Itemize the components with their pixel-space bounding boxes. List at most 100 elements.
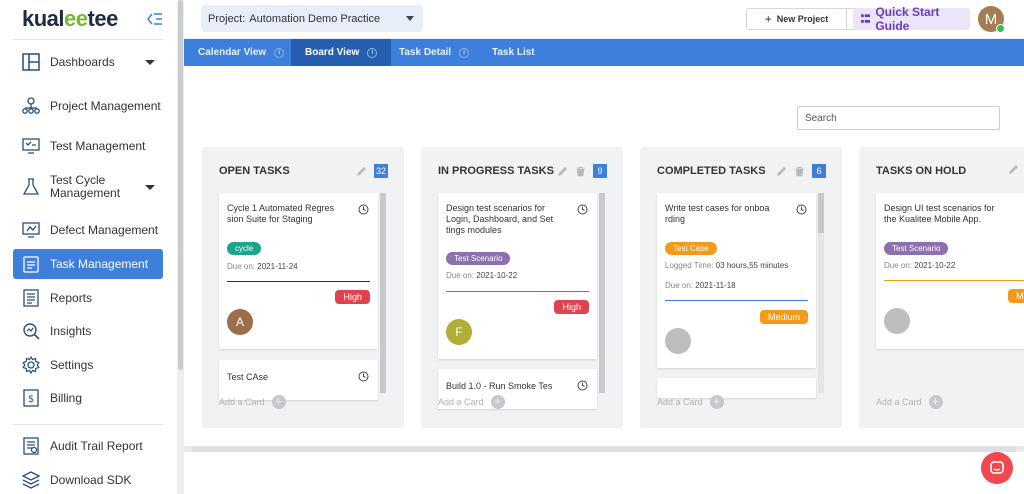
board-scrollbar-thumb[interactable]	[192, 446, 1016, 452]
task-title: Cycle 1 Automated Regres sion Suite for …	[227, 203, 335, 224]
card-divider	[665, 300, 808, 301]
test-cycle-icon	[22, 178, 40, 195]
column-scrollbar[interactable]	[818, 193, 824, 393]
clock-icon[interactable]	[358, 204, 369, 215]
column-title: TASKS ON HOLD	[876, 165, 967, 177]
task-tag: cycle	[227, 242, 262, 255]
add-card-button[interactable]: Add a Card +	[657, 395, 724, 409]
plus-icon: +	[764, 12, 772, 26]
tab-task-detail[interactable]: Task Detail i	[385, 39, 483, 66]
sidebar-item-task-management[interactable]: Task Management	[13, 249, 163, 279]
quick-start-guide-button[interactable]: Quick Start Guide	[853, 5, 970, 33]
column-open-tasks: OPEN TASKS 32 Cycle 1 Automated Regres s…	[202, 147, 404, 428]
sidebar-item-reports[interactable]: Reports	[13, 286, 163, 310]
card-divider	[227, 281, 370, 282]
caret-down-icon	[406, 16, 414, 21]
task-card[interactable]: Cycle 1 Automated Regres sion Suite for …	[219, 193, 378, 349]
list-icon	[861, 14, 871, 23]
info-icon[interactable]: i	[274, 47, 285, 58]
assignee-avatar	[884, 308, 910, 334]
task-card[interactable]: Write test cases for onboa rding Test Ca…	[657, 193, 816, 368]
sidebar-item-download-sdk[interactable]: Download SDK	[13, 468, 163, 492]
sidebar-item-test-cycle-management[interactable]: Test Cycle Management	[13, 173, 163, 201]
test-management-icon	[22, 138, 40, 154]
task-title: Test CAse	[227, 372, 269, 382]
trash-icon[interactable]	[794, 166, 805, 177]
audit-icon	[23, 437, 39, 455]
defect-icon	[22, 222, 40, 238]
plus-icon: +	[928, 395, 943, 409]
task-count-badge: 6	[812, 164, 826, 178]
column-completed-tasks: COMPLETED TASKS 6 Write test cases for o…	[640, 147, 842, 428]
edit-icon[interactable]	[1008, 164, 1019, 175]
task-tag: Test Scenario	[884, 242, 949, 255]
sidebar-item-settings[interactable]: Settings	[13, 353, 163, 377]
task-count-badge: 9	[593, 164, 607, 178]
sidebar-item-project-management[interactable]: Project Management	[13, 92, 163, 120]
sidebar-item-dashboards[interactable]: Dashboards	[13, 50, 163, 74]
sidebar-scrollbar-thumb[interactable]	[178, 0, 183, 370]
task-icon	[23, 256, 39, 273]
tab-task-list[interactable]: Task List	[478, 39, 549, 66]
task-title: Design UI test scenarios for the Kualite…	[884, 203, 995, 224]
project-value: Automation Demo Practice	[249, 12, 381, 25]
column-tools	[1001, 164, 1024, 175]
board-area: OPEN TASKS 32 Cycle 1 Automated Regres s…	[184, 66, 1024, 494]
task-card[interactable]: Design test scenarios for Login, Dashboa…	[438, 193, 597, 359]
clock-icon[interactable]	[796, 204, 807, 215]
task-card[interactable]: Design UI test scenarios for the Kualite…	[876, 193, 1024, 349]
project-label: Project:	[208, 12, 246, 25]
top-bar: Project: Automation Demo Practice + New …	[184, 0, 1024, 39]
sidebar-item-test-management[interactable]: Test Management	[13, 134, 163, 158]
sidebar-item-defect-management[interactable]: Defect Management	[13, 218, 163, 242]
column-title: IN PROGRESS TASKS	[438, 165, 554, 177]
svg-text:$: $	[28, 394, 34, 405]
user-avatar[interactable]: M	[978, 6, 1005, 33]
project-select[interactable]: Project: Automation Demo Practice	[201, 5, 423, 32]
chevron-down-icon	[145, 59, 155, 65]
sidebar-item-billing[interactable]: $ Billing	[13, 386, 163, 410]
column-scrollbar[interactable]	[599, 193, 605, 393]
due-date: Due on: 2021-10-22	[884, 261, 956, 270]
due-date: Due on: 2021-10-22	[446, 271, 518, 280]
sdk-icon	[22, 471, 40, 489]
clock-icon[interactable]	[577, 380, 588, 391]
sidebar-item-audit-trail-report[interactable]: Audit Trail Report	[13, 434, 163, 458]
column-tools: 9	[550, 164, 607, 178]
edit-icon[interactable]	[557, 166, 568, 177]
trash-icon[interactable]	[575, 166, 586, 177]
add-card-button[interactable]: Add a Card +	[438, 395, 505, 409]
tab-calendar-view[interactable]: Calendar View i	[184, 39, 298, 66]
add-card-button[interactable]: Add a Card +	[219, 395, 286, 409]
clock-icon[interactable]	[577, 204, 588, 215]
edit-icon[interactable]	[356, 166, 367, 177]
sidebar-item-insights[interactable]: Insights	[13, 319, 163, 343]
plus-icon: +	[709, 395, 724, 409]
new-project-button[interactable]: + New Project	[746, 8, 847, 30]
search-input[interactable]	[797, 106, 1000, 130]
clock-icon[interactable]	[358, 371, 369, 382]
edit-icon[interactable]	[776, 166, 787, 177]
sidebar-scrollbar[interactable]	[177, 0, 184, 494]
priority-badge: High	[335, 290, 370, 304]
board-horizontal-scrollbar[interactable]	[184, 446, 1024, 452]
tab-board-view[interactable]: Board View i	[291, 39, 392, 66]
task-title: Write test cases for onboa rding	[665, 203, 770, 224]
add-card-button[interactable]: Add a Card +	[876, 395, 943, 409]
chat-support-button[interactable]	[981, 452, 1013, 484]
due-date: Due on: 2021-11-24	[227, 262, 298, 271]
task-card[interactable]: Test CAse	[219, 360, 378, 400]
column-title: COMPLETED TASKS	[657, 165, 766, 177]
info-icon[interactable]: i	[367, 47, 378, 58]
task-title: Build 1.0 - Run Smoke Tes	[446, 381, 553, 391]
info-icon[interactable]: i	[459, 47, 470, 58]
kualitee-logo[interactable]: kualeetee	[22, 6, 118, 32]
column-scrollbar[interactable]	[380, 193, 386, 393]
plus-icon: +	[490, 395, 505, 409]
collapse-sidebar-icon[interactable]	[147, 12, 163, 26]
plus-icon: +	[271, 395, 286, 409]
column-tasks-on-hold: TASKS ON HOLD Design UI test scenarios f…	[859, 147, 1024, 428]
assignee-avatar	[665, 328, 691, 354]
view-tabs: Calendar View i Board View i Task Detail i …	[184, 39, 1024, 66]
task-tag: Test Scenario	[446, 252, 511, 265]
